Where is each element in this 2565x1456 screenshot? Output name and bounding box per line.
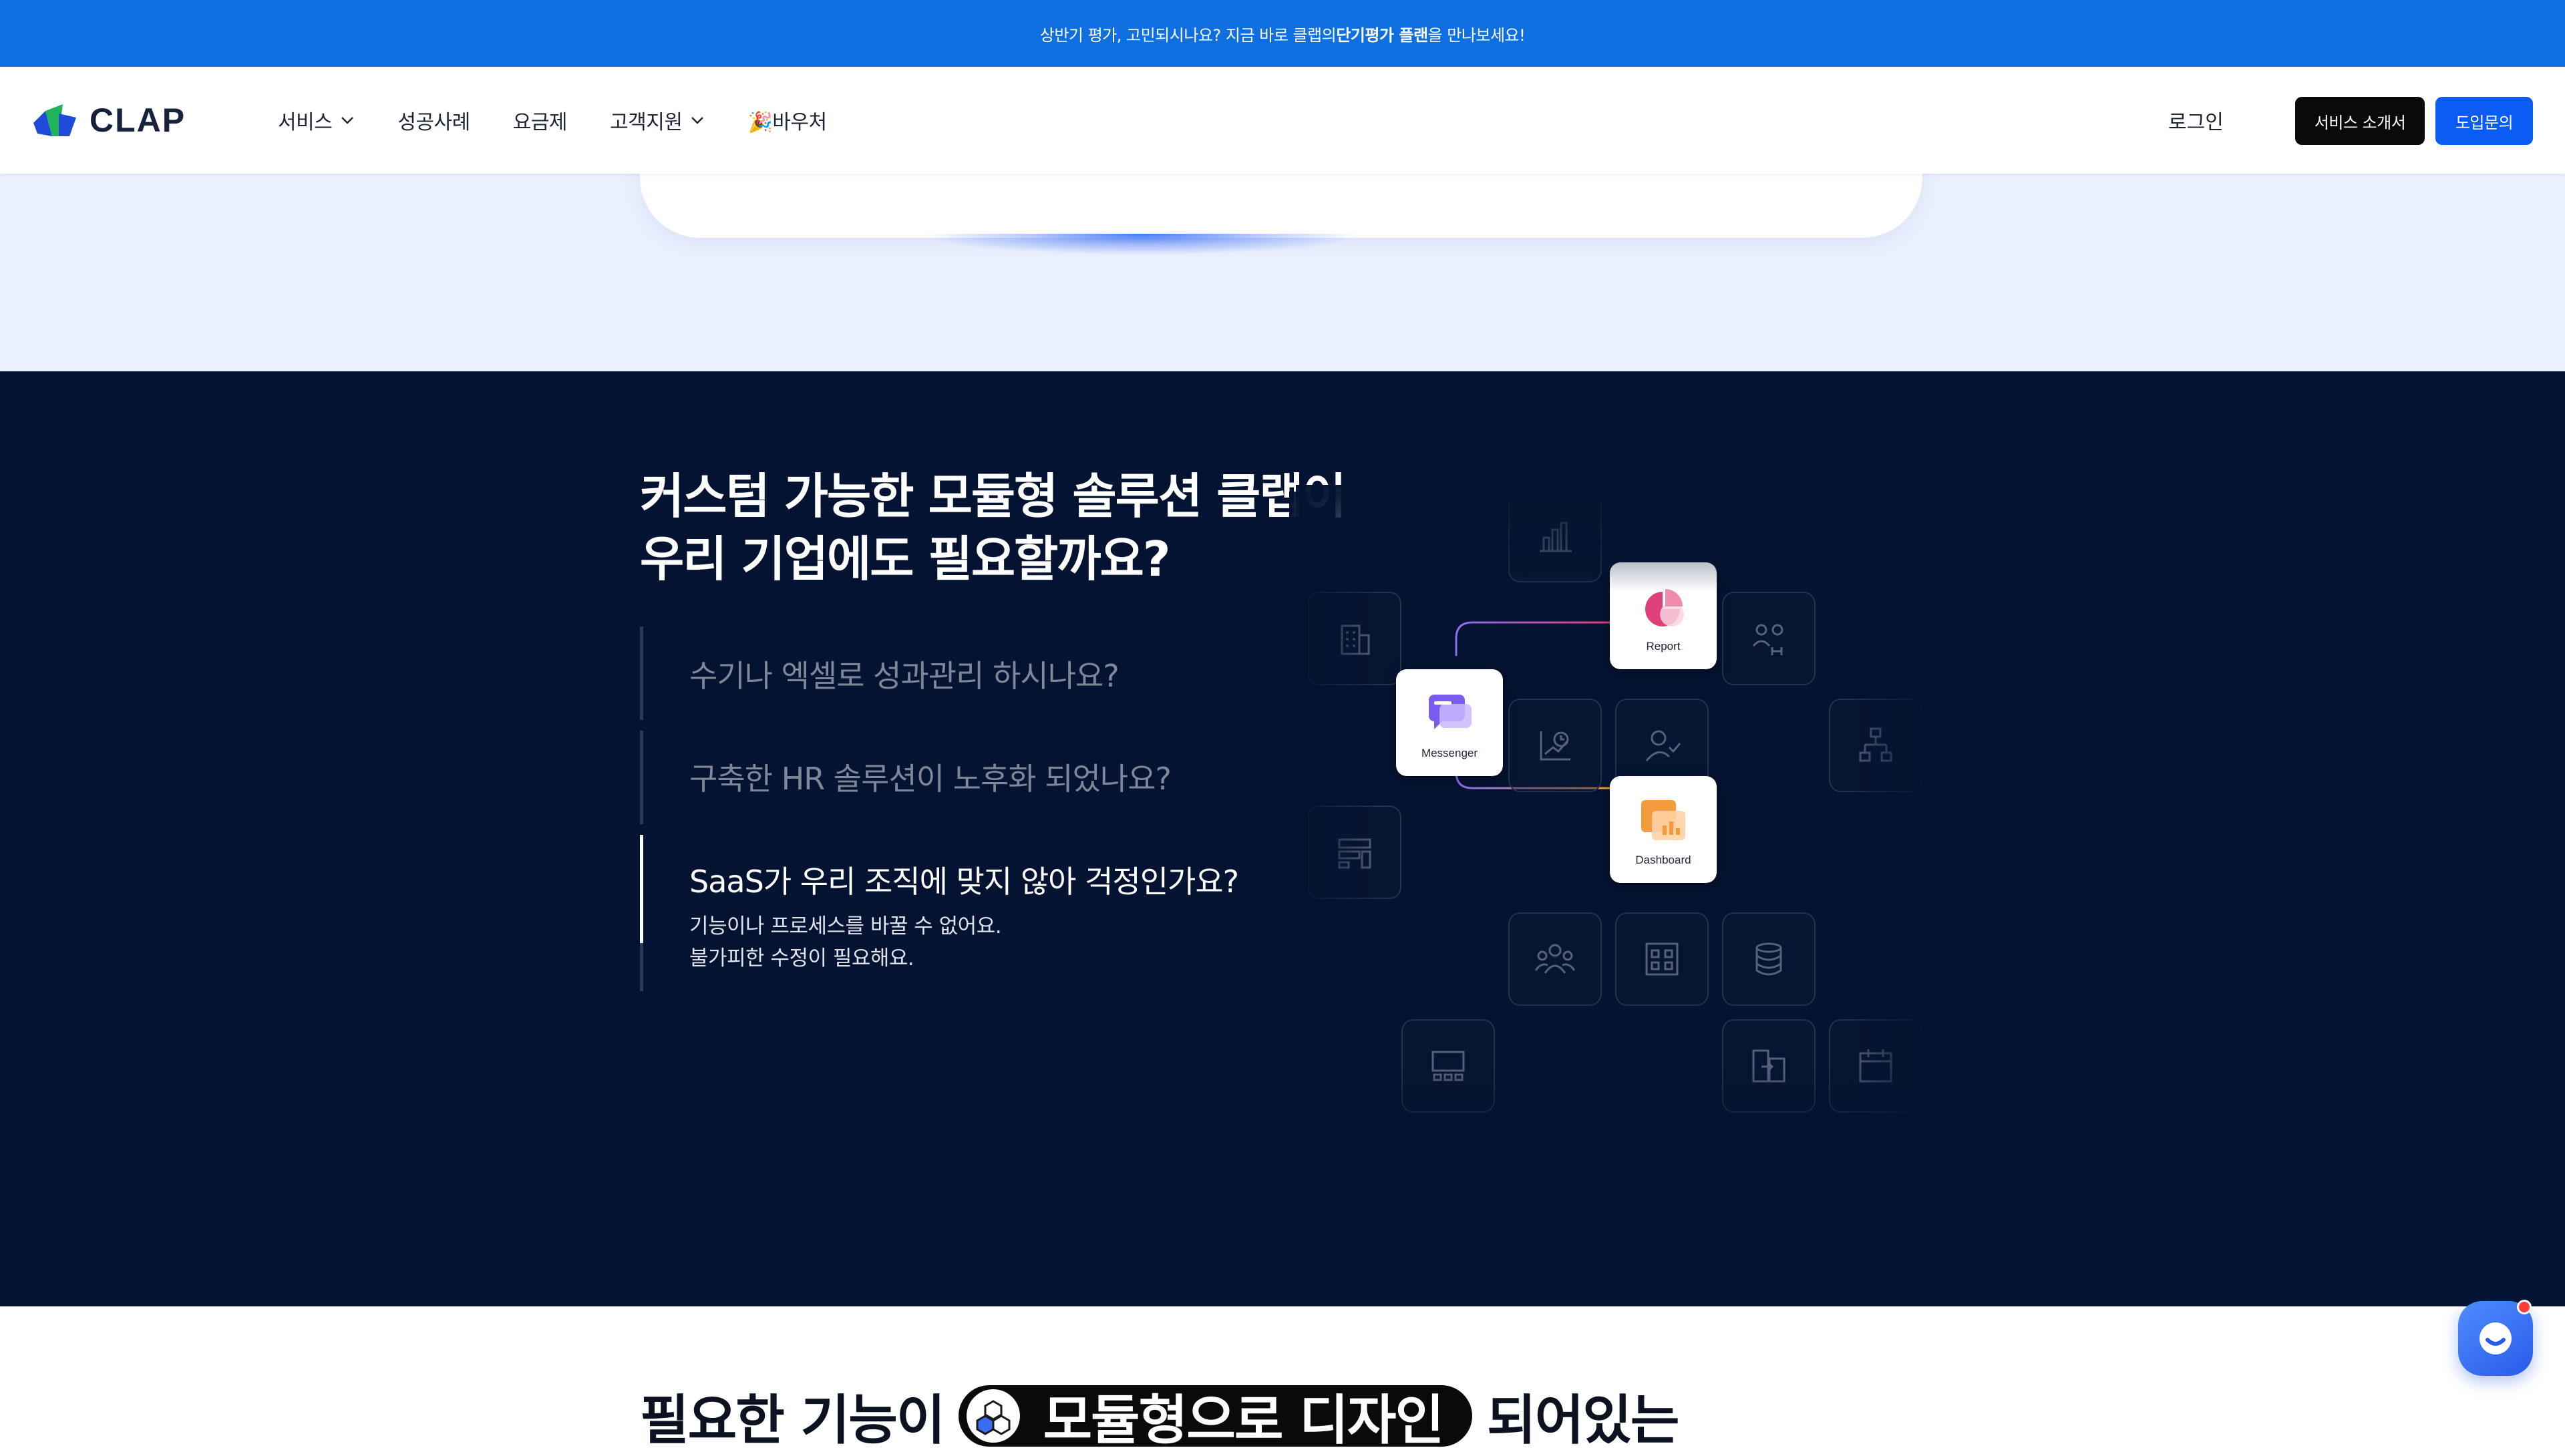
question-item-2[interactable]: 구축한 HR 솔루션이 노후화 되었나요? <box>640 731 1241 824</box>
login-link[interactable]: 로그인 <box>2168 106 2224 135</box>
calendar-icon <box>1859 1049 1892 1083</box>
report-card: Report <box>1610 562 1717 669</box>
clap-logo-icon <box>33 104 76 136</box>
building-tile <box>1308 592 1401 685</box>
org-chart-tile <box>1829 699 1922 792</box>
nav-voucher-label: 🎉바우처 <box>747 111 827 134</box>
nav-support[interactable]: 고객지원 <box>610 106 705 135</box>
question-bar-active <box>640 835 643 943</box>
question-desc-line2: 불가피한 수정이 필요해요. <box>689 946 914 970</box>
inquiry-button[interactable]: 도입문의 <box>2435 97 2533 145</box>
nav-success-stories[interactable]: 성공사례 <box>397 106 470 135</box>
form-tile <box>1308 805 1401 899</box>
promo-text-after: 을 만나보세요! <box>1427 25 1526 45</box>
chart-clock-icon <box>1540 731 1570 761</box>
section-title-line1: 커스텀 가능한 모듈형 솔루션 클랩이 <box>640 468 1347 524</box>
nav-services[interactable]: 서비스 <box>278 106 355 135</box>
question-item-1[interactable]: 수기나 엑셀로 성과관리 하시나요? <box>640 626 1241 720</box>
question-desc-line1: 기능이나 프로세스를 바꿀 수 없어요. <box>689 914 1002 938</box>
bar-chart-icon <box>1540 522 1572 552</box>
user-check-icon <box>1645 730 1681 761</box>
promo-text-before: 상반기 평가, 고민되시나요? 지금 바로 클랩의 <box>1039 25 1337 45</box>
nav-services-label: 서비스 <box>278 111 333 134</box>
site-header: CLAP 서비스 성공사례 요금제 고객지원 🎉바우처 로그인 서비스 소개서 … <box>0 67 2565 174</box>
monitor-icon <box>1431 1051 1465 1081</box>
monitor-tile <box>1401 1019 1495 1113</box>
transfer-tile <box>1722 1019 1816 1113</box>
main-nav: 서비스 성공사례 요금제 고객지원 🎉바우처 <box>278 67 870 174</box>
chat-icon <box>2480 1322 2512 1354</box>
chart-clock-tile <box>1508 699 1602 792</box>
dashboard-card: Dashboard <box>1610 776 1717 883</box>
nav-pricing[interactable]: 요금제 <box>512 106 568 135</box>
messenger-card: Messenger <box>1396 669 1503 776</box>
grid-tile <box>1615 912 1709 1006</box>
message-icon <box>1429 695 1472 729</box>
question-bar <box>640 731 643 824</box>
database-icon <box>1755 942 1782 976</box>
calendar-tile <box>1829 1019 1922 1113</box>
messenger-card-label: Messenger <box>1421 747 1478 759</box>
transfer-icon <box>1752 1049 1785 1083</box>
question-bar <box>640 626 643 720</box>
promo-banner[interactable]: 상반기 평가, 고민되시나요? 지금 바로 클랩의 단기평가 플랜 을 만나보세요… <box>0 0 2565 67</box>
dashboard-card-label: Dashboard <box>1635 854 1691 866</box>
group-icon <box>1534 944 1576 974</box>
section-title-line2: 우리 기업에도 필요할까요? <box>640 531 1171 587</box>
light-section <box>0 120 2565 371</box>
notification-dot <box>2517 1300 2532 1314</box>
dark-section: 커스텀 가능한 모듈형 솔루션 클랩이 우리 기업에도 필요할까요? 수기나 엑… <box>0 371 2565 1306</box>
logo[interactable]: CLAP <box>32 102 186 139</box>
blue-glow <box>922 234 1363 255</box>
question-text-active: SaaS가 우리 조직에 맞지 않아 걱정인가요? <box>689 864 1239 900</box>
building-icon <box>1341 624 1370 655</box>
module-design-pill: 모듈형으로 디자인 <box>959 1385 1473 1451</box>
question-text: 구축한 HR 솔루션이 노후화 되었나요? <box>689 761 1172 797</box>
module-design-pill-text: 모듈형으로 디자인 <box>1043 1389 1444 1451</box>
chevron-down-icon <box>341 117 354 124</box>
service-brochure-button[interactable]: 서비스 소개서 <box>2295 97 2425 145</box>
feature-heading: 필요한 기능이 모듈형으로 디자인 되어있는 <box>640 1376 1680 1456</box>
question-bar <box>640 943 643 991</box>
org-chart-icon <box>1859 727 1892 762</box>
nav-success-stories-label: 성공사례 <box>397 111 470 134</box>
nav-support-label: 고객지원 <box>610 111 683 134</box>
people-icon <box>1752 624 1783 655</box>
nav-voucher[interactable]: 🎉바우처 <box>747 106 827 135</box>
dashboard-icon <box>1641 800 1685 840</box>
pie-chart-icon <box>1645 589 1684 626</box>
cubes-icon <box>967 1389 1021 1443</box>
module-graphic: Report Messenger Dashboard <box>1289 485 1930 1166</box>
group-tile <box>1508 912 1602 1006</box>
feature-heading-after: 되어있는 <box>1487 1389 1679 1451</box>
logo-text: CLAP <box>90 102 186 139</box>
report-card-label: Report <box>1646 640 1681 653</box>
chat-button[interactable] <box>2458 1300 2533 1376</box>
question-item-3[interactable]: SaaS가 우리 조직에 맞지 않아 걱정인가요? 기능이나 프로세스를 바꿀 … <box>640 835 1241 991</box>
bar-chart-tile <box>1508 489 1602 582</box>
form-icon <box>1338 838 1371 869</box>
nav-pricing-label: 요금제 <box>512 111 568 134</box>
grid-icon <box>1645 942 1679 976</box>
promo-text-bold: 단기평가 플랜 <box>1336 25 1428 45</box>
section-title: 커스텀 가능한 모듈형 솔루션 클랩이 우리 기업에도 필요할까요? <box>640 465 1375 590</box>
chevron-down-icon <box>691 117 704 124</box>
people-connect-tile <box>1722 592 1816 685</box>
feature-heading-before: 필요한 기능이 <box>640 1389 945 1451</box>
question-text: 수기나 엑셀로 성과관리 하시나요? <box>689 658 1120 694</box>
database-tile <box>1722 912 1816 1006</box>
